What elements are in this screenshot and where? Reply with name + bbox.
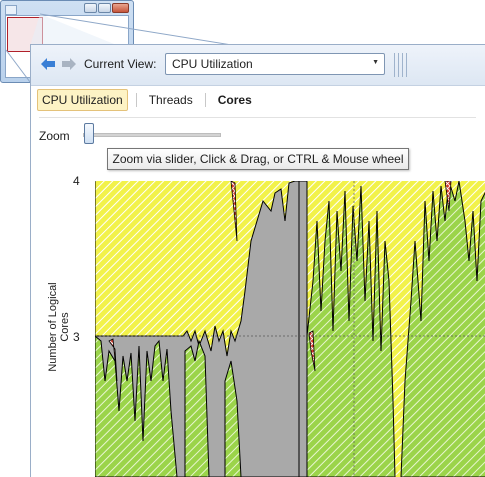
toolbar: Current View: CPU Utilization ▼ xyxy=(31,45,485,86)
tab-divider xyxy=(204,93,206,107)
view-tabs: CPU Utilization Threads Cores xyxy=(37,89,256,111)
tab-cpu-utilization[interactable]: CPU Utilization xyxy=(37,89,128,111)
current-view-select[interactable]: CPU Utilization ▼ xyxy=(165,53,385,75)
tab-divider xyxy=(135,93,137,107)
forward-arrow-icon[interactable] xyxy=(62,58,76,70)
chevron-down-icon: ▼ xyxy=(372,59,379,66)
zoom-tooltip: Zoom via slider, Click & Drag, or CTRL &… xyxy=(107,148,409,170)
zoom-slider-thumb[interactable] xyxy=(84,123,94,144)
y-tick-label: 4 xyxy=(73,174,80,188)
cores-chart[interactable] xyxy=(95,181,485,477)
current-view-value: CPU Utilization xyxy=(172,57,253,71)
zoom-slider-track[interactable] xyxy=(83,133,221,137)
toolbar-grip[interactable] xyxy=(394,53,412,77)
divider xyxy=(39,117,476,118)
y-axis-label: Number of Logical Cores xyxy=(47,282,71,372)
concurrency-panel: Current View: CPU Utilization ▼ CPU Util… xyxy=(30,44,485,477)
current-view-label: Current View: xyxy=(84,57,157,71)
zoom-label: Zoom xyxy=(39,129,70,143)
y-tick-label: 3 xyxy=(73,330,80,344)
tab-cores[interactable]: Cores xyxy=(214,90,256,110)
back-arrow-icon[interactable] xyxy=(41,58,55,70)
tab-threads[interactable]: Threads xyxy=(145,90,197,110)
gray-series-area xyxy=(298,181,308,477)
green-series-area xyxy=(184,339,210,477)
